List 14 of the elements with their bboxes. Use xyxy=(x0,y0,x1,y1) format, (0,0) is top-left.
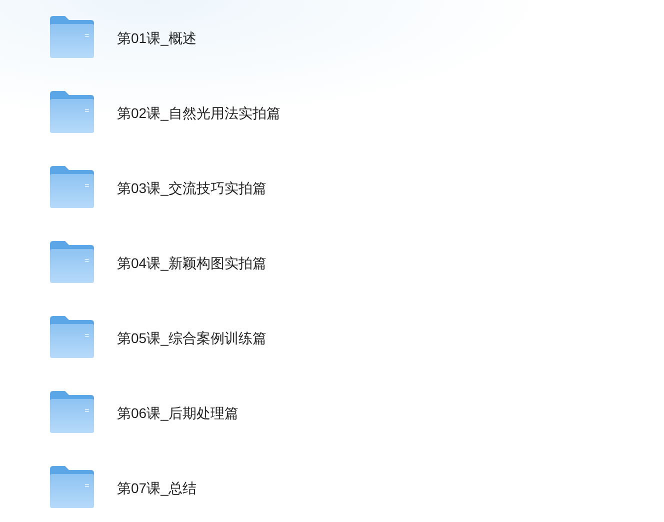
folder-icon[interactable] xyxy=(50,466,94,508)
folder-icon[interactable] xyxy=(50,391,94,433)
folder-name[interactable]: 第07课_总结 xyxy=(117,478,196,499)
folder-name[interactable]: 第04课_新颖构图实拍篇 xyxy=(117,253,266,274)
folder-icon[interactable] xyxy=(50,16,94,58)
folder-name[interactable]: 第01课_概述 xyxy=(117,28,196,49)
folder-name[interactable]: 第05课_综合案例训练篇 xyxy=(117,328,266,349)
folder-name[interactable]: 第03课_交流技巧实拍篇 xyxy=(117,178,266,199)
folder-icon[interactable] xyxy=(50,166,94,208)
folder-icon[interactable] xyxy=(50,91,94,133)
folder-icon[interactable] xyxy=(50,241,94,283)
folder-name[interactable]: 第02课_自然光用法实拍篇 xyxy=(117,103,280,124)
folder-icon[interactable] xyxy=(50,316,94,358)
folder-name[interactable]: 第06课_后期处理篇 xyxy=(117,403,238,424)
